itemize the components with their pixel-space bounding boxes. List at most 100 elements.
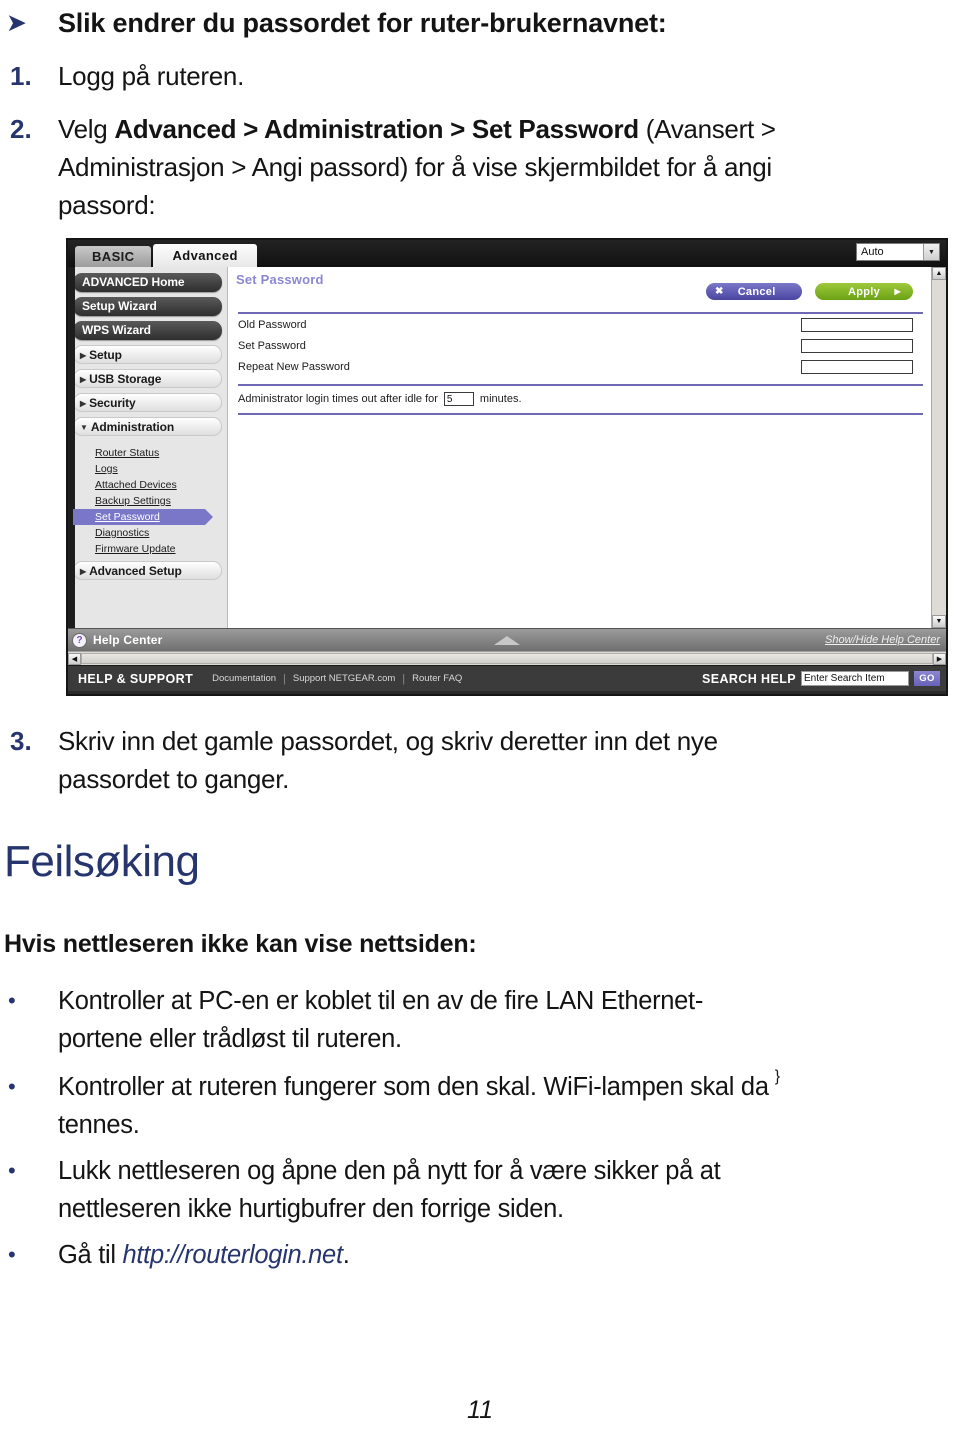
footer-link-support-netgear[interactable]: Support NETGEAR.com <box>286 673 402 684</box>
sidebar-section-label: Administration <box>90 420 175 434</box>
tab-advanced[interactable]: Advanced <box>153 244 257 267</box>
step-line: Administrasjon > Angi passord) for å vis… <box>58 152 772 182</box>
vertical-scrollbar[interactable]: ▲ ▼ <box>931 267 946 628</box>
submenu-item-logs[interactable]: Logs <box>73 461 222 477</box>
idle-timeout-input[interactable]: 5 <box>443 392 474 406</box>
cancel-button-label: Cancel <box>737 285 776 298</box>
submenu-item-set-password[interactable]: Set Password <box>73 509 213 525</box>
step-body: Velg Advanced > Administration > Set Pas… <box>58 110 784 224</box>
page-number: 11 <box>467 1396 493 1424</box>
question-mark-icon: ? <box>72 632 87 648</box>
bullet-line: Gå til http://routerlogin.net. <box>58 1236 350 1274</box>
submenu-item-diagnostics[interactable]: Diagnostics <box>73 525 222 541</box>
arrow-bullet-icon: ➤ <box>6 9 27 37</box>
footer-link-router-faq[interactable]: Router FAQ <box>405 673 469 684</box>
sidebar-section-label: Setup <box>89 348 122 362</box>
help-center-bar[interactable]: ? Help Center Show/Hide Help Center <box>68 628 946 651</box>
scroll-left-icon[interactable]: ◀ <box>68 652 81 665</box>
subsection-heading: Hvis nettleseren ikke kan vise nettsiden… <box>4 930 477 958</box>
cancel-button[interactable]: ✖ Cancel <box>706 283 802 300</box>
chevron-down-icon[interactable]: ▼ <box>923 244 939 260</box>
bullet-body: Kontroller at ruteren fungerer som den s… <box>58 1068 775 1144</box>
footer-link-documentation[interactable]: Documentation <box>205 673 283 684</box>
step-marker: 2. <box>10 114 32 144</box>
language-select[interactable]: Auto ▼ <box>856 243 940 261</box>
sidebar-section-security[interactable]: ▶ Security <box>73 393 222 412</box>
sidebar-item-advanced-home[interactable]: ADVANCED Home <box>73 273 222 292</box>
triangle-up-icon[interactable] <box>494 635 520 645</box>
sidebar-section-usb-storage[interactable]: ▶ USB Storage <box>73 369 222 388</box>
router-footer: HELP & SUPPORT Documentation | Support N… <box>68 665 946 691</box>
procedure-heading-text: Slik endrer du passordet for ruter-bruke… <box>58 8 667 38</box>
field-label: Set Password <box>238 339 306 352</box>
sidebar-section-advanced-setup[interactable]: ▶ Advanced Setup <box>73 561 222 580</box>
numbered-step-3: 3. Skriv inn det gamle passordet, og skr… <box>0 722 960 798</box>
repeat-password-input[interactable] <box>801 359 913 374</box>
triangle-down-icon: ▼ <box>80 423 88 432</box>
sidebar-section-administration[interactable]: ▼ Administration <box>73 417 222 436</box>
sidebar-item-setup-wizard[interactable]: Setup Wizard <box>73 297 222 316</box>
sidebar-section-label: Advanced Setup <box>89 564 182 578</box>
numbered-step-2: 2. Velg Advanced > Administration > Set … <box>0 110 960 224</box>
router-admin-screenshot: BASIC Advanced Auto ▼ ADVANCED Home Setu… <box>66 238 948 696</box>
sidebar-item-wps-wizard[interactable]: WPS Wizard <box>73 321 222 340</box>
router-main-panel: Set Password ✖ Cancel Apply ▶ Old Password… <box>228 267 946 628</box>
bullet-item-4: • Gå til http://routerlogin.net. <box>0 1236 960 1274</box>
triangle-right-icon: ▶ <box>80 375 87 384</box>
bullet-text-plain: Gå til <box>58 1241 123 1269</box>
search-help-label: SEARCH HELP <box>702 671 796 686</box>
field-row-old-password: Old Password <box>236 314 925 335</box>
field-label: Repeat New Password <box>238 360 350 373</box>
numbered-step-1: 1. Logg på ruteren. <box>0 57 960 95</box>
step-line: passord: <box>58 190 156 220</box>
scroll-right-icon[interactable]: ▶ <box>933 652 946 665</box>
step-line: passordet to ganger. <box>58 764 290 794</box>
routerlogin-link[interactable]: http://routerlogin.net <box>123 1241 344 1269</box>
scroll-up-icon[interactable]: ▲ <box>932 267 946 280</box>
old-password-input[interactable] <box>801 317 913 332</box>
bullet-body: Lukk nettleseren og åpne den på nytt for… <box>58 1152 726 1228</box>
administration-submenu: Router Status Logs Attached Devices Back… <box>73 441 222 561</box>
bullet-item-2: • Kontroller at ruteren fungerer som den… <box>0 1068 960 1144</box>
bullet-body: Gå til http://routerlogin.net. <box>58 1236 356 1274</box>
submenu-item-attached-devices[interactable]: Attached Devices <box>73 477 222 493</box>
router-body: ADVANCED Home Setup Wizard WPS Wizard ▶ S… <box>68 267 946 628</box>
horizontal-scroll-track[interactable] <box>81 653 933 664</box>
step-line: Logg på ruteren. <box>58 61 245 91</box>
apply-button-label: Apply <box>847 285 881 298</box>
submenu-item-router-status[interactable]: Router Status <box>73 445 222 461</box>
search-go-button[interactable]: GO <box>914 671 940 686</box>
step-marker: 3. <box>10 726 32 756</box>
language-select-value: Auto <box>861 246 884 258</box>
section-heading-feilsoking: Feilsøking <box>4 837 200 886</box>
horizontal-scrollbar[interactable]: ◀ ▶ <box>68 651 946 665</box>
tab-basic[interactable]: BASIC <box>75 246 152 267</box>
triangle-right-icon: ▶ <box>80 399 87 408</box>
footer-links: Documentation | Support NETGEAR.com | Ro… <box>205 673 469 685</box>
field-label: Old Password <box>238 318 307 331</box>
set-password-input[interactable] <box>801 338 913 353</box>
bullet-item-1: • Kontroller at PC-en er koblet til en a… <box>0 982 960 1058</box>
procedure-heading: ➤ Slik endrer du passordet for ruter-bru… <box>0 6 960 40</box>
bullet-dot-icon: • <box>8 988 16 1013</box>
submenu-item-firmware-update[interactable]: Firmware Update <box>73 541 222 557</box>
step-text-bold: Advanced > Administration > Set Password <box>114 114 639 144</box>
action-buttons: ✖ Cancel Apply ▶ <box>706 283 913 300</box>
idle-timeout-prefix: Administrator login times out after idle… <box>238 393 438 405</box>
router-main-inner: Set Password ✖ Cancel Apply ▶ Old Password… <box>228 267 931 628</box>
scroll-down-icon[interactable]: ▼ <box>932 615 946 628</box>
idle-timeout-row: Administrator login times out after idle… <box>236 386 925 412</box>
show-hide-help-center-link[interactable]: Show/Hide Help Center <box>825 634 940 646</box>
sidebar-section-setup[interactable]: ▶ Setup <box>73 345 222 364</box>
apply-button[interactable]: Apply ▶ <box>815 283 913 300</box>
triangle-right-icon: ▶ <box>80 567 87 576</box>
step-body: Logg på ruteren. <box>58 57 252 95</box>
triangle-right-icon: ▶ <box>894 287 901 296</box>
sidebar-section-label: USB Storage <box>89 372 162 386</box>
help-center-label: Help Center <box>93 633 163 647</box>
router-sidebar: ADVANCED Home Setup Wizard WPS Wizard ▶ S… <box>68 267 228 628</box>
step-text-plain-2: (Avansert > <box>638 114 776 144</box>
submenu-item-backup-settings[interactable]: Backup Settings <box>73 493 222 509</box>
search-help-input[interactable]: Enter Search Item <box>801 671 909 686</box>
help-support-title: HELP & SUPPORT <box>78 671 194 686</box>
